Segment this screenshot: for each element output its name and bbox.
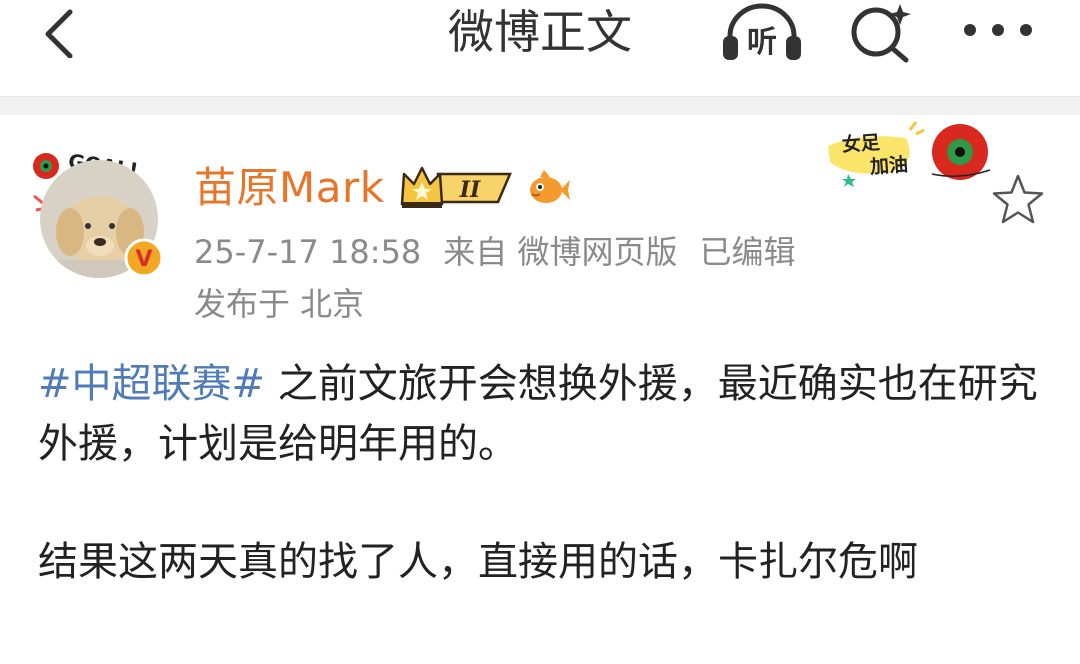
top-navbar: 微博正文 听 xyxy=(0,0,1080,96)
author-name[interactable]: 苗原Mark xyxy=(194,160,385,216)
verified-v-icon: V xyxy=(124,238,164,278)
search-spark-icon[interactable] xyxy=(848,0,914,64)
sticker-text-line1: 女足 xyxy=(841,131,882,157)
page-title: 微博正文 xyxy=(448,5,632,59)
fish-icon xyxy=(530,170,570,203)
more-dots-icon[interactable] xyxy=(962,18,1034,42)
listen-label: 听 xyxy=(747,25,777,60)
post-location: 发布于 北京 xyxy=(194,285,365,323)
post-body: #中超联赛# 之前文旅开会想换外援，最近确实也在研究外援，计划是给明年用的。 结… xyxy=(38,354,1048,592)
level-badge-text: II xyxy=(459,177,481,203)
sticker-text-line2: 加油 xyxy=(868,154,908,179)
sticker-decoration: 女足 加油 xyxy=(828,121,991,187)
post-source[interactable]: 来自 微博网页版 xyxy=(443,233,677,271)
section-separator xyxy=(0,96,1080,115)
avatar[interactable]: GOAL! V xyxy=(28,146,168,286)
post-time: 25-7-17 18:58 xyxy=(194,233,422,271)
crown-icon[interactable]: II xyxy=(398,164,516,212)
verify-mark: V xyxy=(135,247,152,272)
post-paragraph-2: 结果这两天真的找了人，直接用的话，卡扎尔危啊 xyxy=(38,539,918,585)
star-outline-icon[interactable] xyxy=(990,172,1046,228)
post-meta: 25-7-17 18:58 来自 微博网页版 已编辑 xyxy=(194,230,817,274)
headphones-icon[interactable]: 听 xyxy=(720,2,804,64)
edited-label[interactable]: 已编辑 xyxy=(699,233,795,271)
post-paragraph-1: #中超联赛# 之前文旅开会想换外援，最近确实也在研究外援，计划是给明年用的。 xyxy=(38,354,1048,474)
topic-link[interactable]: #中超联赛# xyxy=(38,361,265,407)
